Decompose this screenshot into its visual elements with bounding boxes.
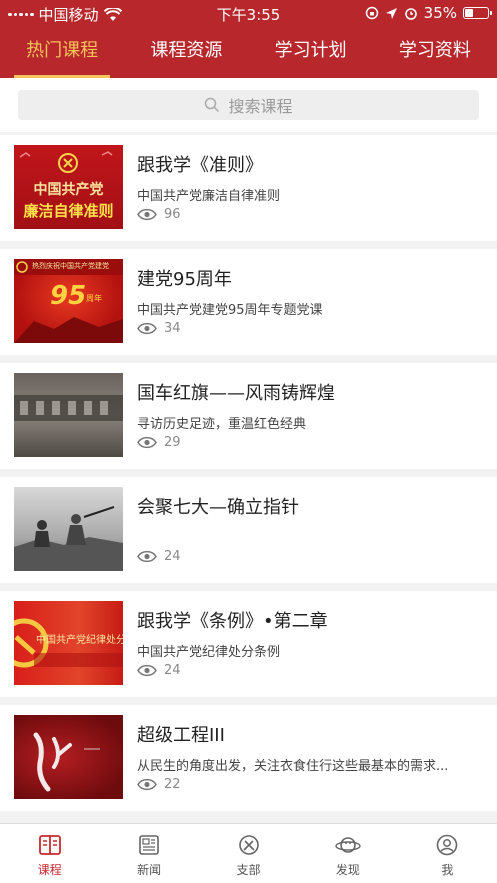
- tab-study-materials[interactable]: 学习资料: [373, 30, 497, 78]
- view-count: 96: [137, 207, 181, 222]
- nav-label: 我: [441, 863, 454, 877]
- course-item[interactable]: 超级工程III 从民生的角度出发，关注衣食住行这些最基本的需求... 22: [0, 705, 497, 811]
- nav-discover[interactable]: 发现: [298, 824, 397, 883]
- course-item[interactable]: 中国共产党纪律处分条 跟我学《条例》•第二章 中国共产党纪律处分条例 24: [0, 591, 497, 697]
- alarm-icon: [404, 8, 417, 20]
- eye-icon: [137, 436, 157, 449]
- search-area: 搜索课程: [0, 78, 497, 132]
- course-subtitle: 中国共产党廉洁自律准则: [137, 189, 281, 204]
- tab-course-resources[interactable]: 课程资源: [124, 30, 248, 78]
- course-title: 超级工程III: [137, 725, 225, 746]
- bottom-nav: 课程 新闻 支部 发现 我: [0, 823, 497, 883]
- course-item[interactable]: 国车红旗——风雨铸辉煌 寻访历史足迹，重温红色经典 29: [0, 363, 497, 469]
- user-icon: [437, 834, 458, 856]
- view-count-value: 22: [164, 777, 181, 792]
- thumbnail-text: 中国共产党: [33, 182, 104, 198]
- course-subtitle: 从民生的角度出发，关注衣食住行这些最基本的需求...: [137, 759, 449, 774]
- view-count-value: 29: [164, 435, 181, 450]
- thumbnail-text: 中国共产党纪律处分条: [36, 635, 123, 646]
- course-thumbnail: 中国共产党 廉洁自律准则: [14, 145, 123, 229]
- nav-label: 新闻: [137, 863, 162, 877]
- book-icon: [38, 835, 61, 855]
- search-input[interactable]: 搜索课程: [18, 90, 479, 120]
- party-emblem-icon: [238, 835, 259, 855]
- nav-label: 课程: [37, 863, 62, 877]
- tab-hot-courses[interactable]: 热门课程: [0, 30, 124, 78]
- view-count-value: 24: [164, 663, 181, 678]
- rotation-lock-icon: [365, 6, 378, 20]
- course-item[interactable]: 会聚七大—确立指针 24: [0, 477, 497, 583]
- eye-icon: [137, 550, 157, 563]
- course-item[interactable]: 热烈庆祝中国共产党建党 95 周年 建党95周年 中国共产党建党95周年专题党课…: [0, 249, 497, 355]
- course-thumbnail: 中国共产党纪律处分条: [14, 601, 123, 685]
- search-icon: [205, 97, 220, 113]
- course-subtitle: 中国共产党建党95周年专题党课: [137, 303, 323, 318]
- course-thumbnail: [14, 487, 123, 571]
- tab-study-plan[interactable]: 学习计划: [249, 30, 373, 78]
- location-icon: [385, 7, 397, 19]
- course-title: 国车红旗——风雨铸辉煌: [137, 383, 335, 404]
- view-count: 29: [137, 435, 181, 450]
- thumbnail-text: 周年: [86, 294, 102, 303]
- planet-icon: [335, 837, 361, 853]
- course-subtitle: 中国共产党纪律处分条例: [137, 645, 281, 660]
- eye-icon: [137, 322, 157, 335]
- thumbnail-text: 95: [50, 281, 87, 311]
- view-count: 24: [137, 549, 181, 564]
- course-title: 跟我学《条例》•第二章: [137, 611, 328, 632]
- course-title: 会聚七大—确立指针: [137, 497, 299, 518]
- view-count-value: 96: [164, 207, 181, 222]
- course-thumbnail: 热烈庆祝中国共产党建党 95 周年: [14, 259, 123, 343]
- nav-label: 发现: [335, 863, 360, 877]
- course-thumbnail: [14, 715, 123, 799]
- view-count: 24: [137, 663, 181, 678]
- category-tabs: 热门课程 课程资源 学习计划 学习资料: [0, 30, 497, 78]
- course-list: 中国共产党 廉洁自律准则 跟我学《准则》 中国共产党廉洁自律准则 96 热烈庆祝…: [0, 135, 497, 819]
- battery-percent: 35%: [423, 4, 457, 22]
- nav-news[interactable]: 新闻: [99, 824, 198, 883]
- thumbnail-text: 廉洁自律准则: [23, 202, 114, 220]
- eye-icon: [137, 664, 157, 677]
- course-title: 跟我学《准则》: [137, 155, 263, 176]
- course-thumbnail: [14, 373, 123, 457]
- nav-label: 支部: [236, 863, 261, 877]
- search-placeholder: 搜索课程: [228, 97, 293, 116]
- view-count-value: 24: [164, 549, 181, 564]
- app-header: 中国移动 下午3:55 35% 热门课程 课程资源 学习计划 学习资料: [0, 0, 497, 78]
- view-count: 34: [137, 321, 181, 336]
- view-count: 22: [137, 777, 181, 792]
- nav-me[interactable]: 我: [398, 824, 497, 883]
- eye-icon: [137, 208, 157, 221]
- nav-courses[interactable]: 课程: [0, 824, 99, 883]
- status-bar: 中国移动 下午3:55 35%: [0, 0, 497, 26]
- newspaper-icon: [139, 835, 159, 855]
- view-count-value: 34: [164, 321, 181, 336]
- course-item[interactable]: 中国共产党 廉洁自律准则 跟我学《准则》 中国共产党廉洁自律准则 96: [0, 135, 497, 241]
- nav-branch[interactable]: 支部: [199, 824, 298, 883]
- course-subtitle: 寻访历史足迹，重温红色经典: [137, 417, 307, 432]
- battery-icon: [463, 7, 492, 19]
- eye-icon: [137, 778, 157, 791]
- course-title: 建党95周年: [137, 269, 232, 290]
- thumbnail-text: 热烈庆祝中国共产党建党: [32, 262, 109, 270]
